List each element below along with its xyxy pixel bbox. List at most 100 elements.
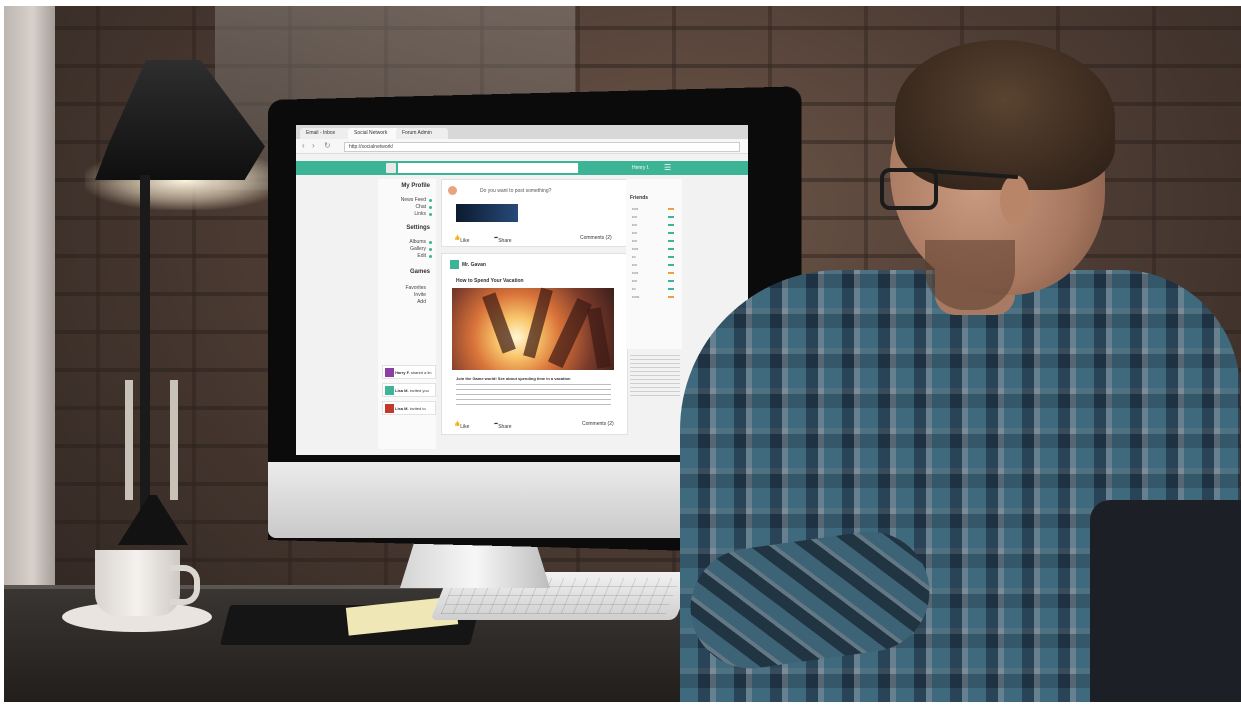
status-icon — [668, 224, 674, 226]
share-button[interactable]: ➦ Share — [494, 421, 512, 430]
friend-item[interactable]: ••• — [632, 255, 636, 259]
browser-navbar: ‹ › ↻ http://socialnetwork/ — [296, 139, 748, 154]
sidebar-item-news-feed[interactable]: News Feed — [401, 197, 426, 203]
avatar — [448, 186, 457, 195]
frame-border — [0, 0, 1241, 6]
friends-heading: Friends — [630, 195, 649, 201]
status-icon — [668, 216, 674, 218]
avatar — [385, 368, 394, 377]
comments-link[interactable]: Comments (2) — [582, 421, 614, 427]
like-button[interactable]: 👍 Like — [454, 235, 469, 244]
lamp-spring — [170, 380, 178, 500]
search-input[interactable] — [398, 163, 578, 173]
cup-handle — [170, 565, 200, 605]
status-icon — [668, 208, 674, 210]
friend-item[interactable]: •••• — [632, 215, 637, 219]
status-icon — [668, 256, 674, 258]
person-ear — [1000, 175, 1030, 225]
attached-image[interactable] — [456, 204, 518, 222]
post-prompt[interactable]: Do you want to post something? — [480, 188, 551, 194]
sidebar-item-favorites[interactable]: Favorites — [405, 285, 426, 291]
share-button[interactable]: ➦ Share — [494, 235, 512, 244]
address-bar[interactable]: http://socialnetwork/ — [344, 142, 740, 152]
friend-item[interactable]: •••• — [632, 279, 637, 283]
frame-border — [0, 0, 4, 708]
office-chair — [1090, 500, 1241, 708]
message-sender: Lisa M. — [395, 388, 409, 393]
friend-item[interactable]: •••• — [632, 263, 637, 267]
app-logo[interactable] — [386, 163, 396, 173]
composer-actions: 👍 Like ➦ Share Comments (2) — [442, 232, 627, 244]
sidebar-text — [630, 355, 680, 397]
current-user[interactable]: Henry I. — [632, 163, 650, 173]
person-beard — [925, 240, 1015, 310]
settings-heading: Settings — [406, 225, 430, 231]
menu-icon[interactable]: ☰ — [664, 163, 671, 173]
message-item[interactable]: Lisa M. invited to — [382, 401, 436, 415]
white-pillar — [0, 0, 55, 620]
friend-item[interactable]: ••••• — [632, 271, 638, 275]
status-icon — [668, 296, 674, 298]
forward-icon[interactable]: › — [312, 141, 315, 151]
games-heading: Games — [409, 269, 430, 275]
status-icon — [668, 264, 674, 266]
friend-item[interactable]: ••••• — [632, 247, 638, 251]
eyeglasses — [880, 168, 938, 210]
left-sidebar: My Profile News Feed Chat Links Settings… — [378, 179, 436, 449]
sidebar-item-links[interactable]: Links — [414, 211, 426, 217]
friend-item[interactable]: •••• — [632, 223, 637, 227]
photo-scene: Email - Inbox Social Network Forum Admin… — [0, 0, 1241, 708]
sidebar-item-chat[interactable]: Chat — [415, 204, 426, 210]
status-icon — [668, 280, 674, 282]
friend-item[interactable]: ••• — [632, 287, 636, 291]
browser-tab[interactable]: Forum Admin — [396, 128, 448, 139]
status-icon — [668, 248, 674, 250]
friends-panel: Friends ••••• •••• •••• •••• •••• ••••• … — [626, 179, 682, 349]
status-dot-icon — [429, 241, 432, 244]
status-icon — [668, 272, 674, 274]
message-item[interactable]: Lisa M. invited you — [382, 383, 436, 397]
avatar — [385, 404, 394, 413]
status-dot-icon — [429, 199, 432, 202]
reload-icon[interactable]: ↻ — [324, 141, 331, 151]
status-icon — [668, 288, 674, 290]
message-sender: Lisa M. — [395, 406, 409, 411]
monitor-screen: Email - Inbox Social Network Forum Admin… — [296, 125, 748, 455]
sidebar-item-invite[interactable]: Invite — [414, 292, 426, 298]
post-photo[interactable] — [452, 287, 614, 370]
message-text: invited you — [409, 388, 429, 393]
message-sender: Harry F. — [395, 370, 410, 375]
friend-item[interactable]: ••••• — [632, 207, 638, 211]
like-button[interactable]: 👍 Like — [454, 421, 469, 430]
post-body-text — [456, 384, 611, 408]
browser-tab[interactable]: Email - Inbox — [300, 128, 352, 139]
back-icon[interactable]: ‹ — [302, 141, 305, 151]
frame-border — [0, 702, 1241, 708]
avatar — [450, 260, 459, 269]
post-title: How to Spend Your Vacation — [456, 278, 524, 284]
photo-detail — [586, 307, 612, 369]
friend-item[interactable]: •••• — [632, 231, 637, 235]
status-dot-icon — [429, 213, 432, 216]
status-icon — [668, 240, 674, 242]
comments-link[interactable]: Comments (2) — [580, 235, 612, 241]
message-item[interactable]: Harry F. shared a lin — [382, 365, 436, 379]
post-author[interactable]: Mr. Gavan — [462, 262, 486, 268]
status-dot-icon — [429, 248, 432, 251]
sidebar-item-gallery[interactable]: Gallery — [410, 246, 426, 252]
friend-item[interactable]: •••• — [632, 239, 637, 243]
sidebar-item-albums[interactable]: Albums — [409, 239, 426, 245]
composer-card: Do you want to post something? 👍 Like ➦ … — [441, 179, 628, 247]
avatar — [385, 386, 394, 395]
sidebar-item-add[interactable]: Add — [417, 299, 426, 305]
friend-item[interactable]: •••••• — [632, 295, 639, 299]
post-actions: 👍 Like ➦ Share Comments (2) — [442, 418, 627, 430]
post-subtitle: Join the Game world! See about spending … — [456, 376, 571, 381]
browser-tab[interactable]: Social Network — [348, 128, 400, 139]
message-text: invited to — [409, 406, 426, 411]
photo-detail — [523, 287, 553, 359]
news-feed: Do you want to post something? 👍 Like ➦ … — [441, 177, 628, 455]
photo-detail — [482, 292, 516, 354]
status-dot-icon — [429, 206, 432, 209]
sidebar-item-edit[interactable]: Edit — [417, 253, 426, 259]
